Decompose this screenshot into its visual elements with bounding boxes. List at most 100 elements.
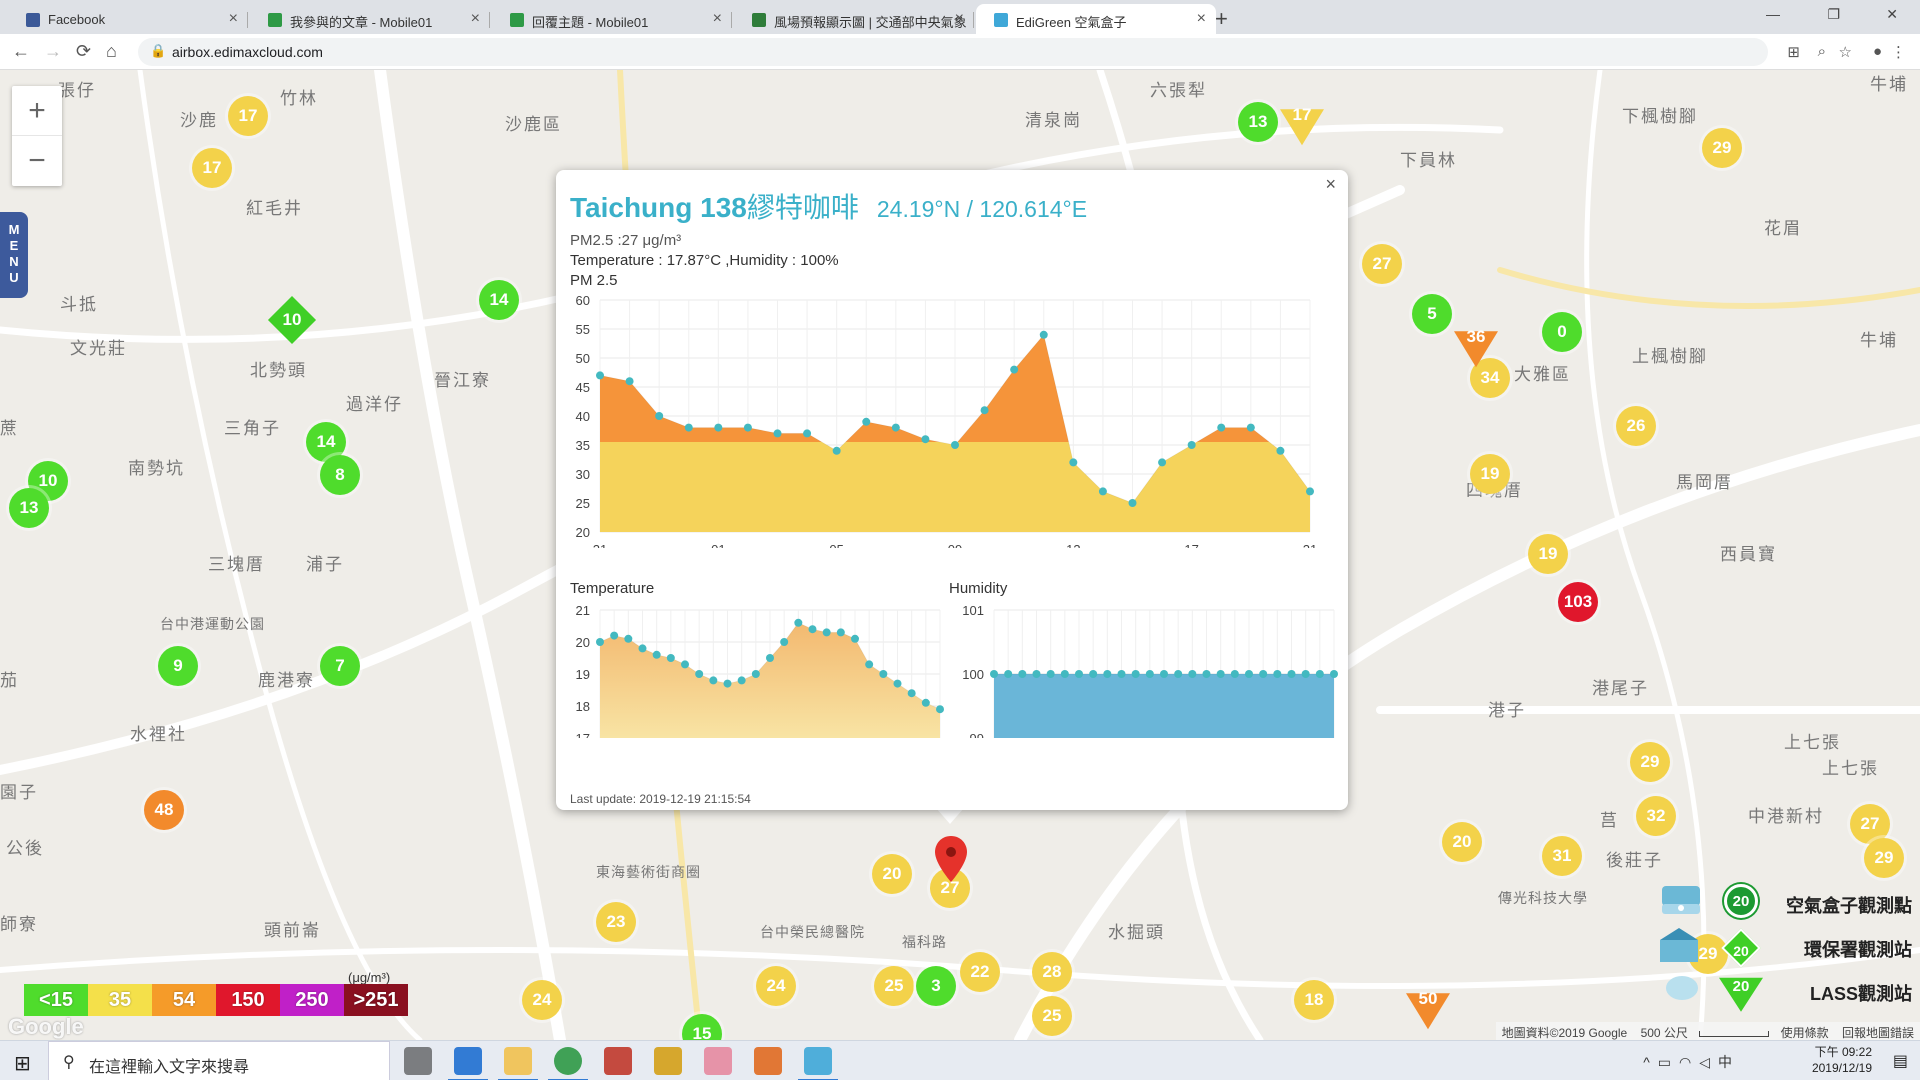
data-point[interactable] xyxy=(723,679,732,688)
airbox-marker[interactable]: 25 xyxy=(874,966,914,1006)
data-point[interactable] xyxy=(1188,670,1197,678)
data-point[interactable] xyxy=(1259,670,1268,678)
app-8-icon[interactable] xyxy=(754,1047,782,1075)
epa-station-marker[interactable]: 10 xyxy=(267,295,317,345)
airbox-marker[interactable]: 13 xyxy=(9,488,49,528)
data-point[interactable] xyxy=(1131,670,1140,678)
data-point[interactable] xyxy=(1032,670,1041,678)
airbox-marker[interactable]: 32 xyxy=(1636,796,1676,836)
tab-close-icon[interactable]: × xyxy=(1197,10,1206,28)
data-point[interactable] xyxy=(1089,670,1098,678)
minimize-button[interactable]: — xyxy=(1766,6,1780,22)
data-point[interactable] xyxy=(1202,670,1211,678)
data-point[interactable] xyxy=(638,644,647,653)
maximize-button[interactable]: ❐ xyxy=(1827,6,1840,23)
ime-indicator[interactable]: 中 xyxy=(1718,1054,1740,1070)
airbox-marker[interactable]: 5 xyxy=(1412,294,1452,334)
tab-close-icon[interactable]: × xyxy=(955,10,964,28)
airbox-marker[interactable]: 23 xyxy=(596,902,636,942)
data-point[interactable] xyxy=(836,628,845,637)
airbox-marker[interactable]: 20 xyxy=(872,854,912,894)
data-point[interactable] xyxy=(921,435,930,444)
lock-icon[interactable]: 🔒 xyxy=(150,43,166,59)
data-point[interactable] xyxy=(1216,670,1225,678)
browser-tab[interactable]: Facebook × xyxy=(8,4,248,34)
airbox-marker[interactable]: 17 xyxy=(228,96,268,136)
data-point[interactable] xyxy=(1098,487,1107,496)
data-point[interactable] xyxy=(851,634,859,643)
tab-close-icon[interactable]: × xyxy=(713,10,722,28)
app-6-icon[interactable] xyxy=(654,1047,682,1075)
airbox-marker[interactable]: 7 xyxy=(320,646,360,686)
data-point[interactable] xyxy=(1018,670,1027,678)
data-point[interactable] xyxy=(1217,423,1226,432)
airbox-marker[interactable]: 29 xyxy=(1864,838,1904,878)
data-point[interactable] xyxy=(1145,670,1154,678)
data-point[interactable] xyxy=(891,423,900,432)
data-point[interactable] xyxy=(1174,670,1183,678)
system-tray[interactable]: ^▭◠◁中 xyxy=(1643,1052,1740,1072)
translate-icon[interactable]: ⊞ xyxy=(1787,43,1800,61)
app-7-icon[interactable] xyxy=(704,1047,732,1075)
data-point[interactable] xyxy=(1128,499,1137,507)
data-point[interactable] xyxy=(794,618,803,627)
data-point[interactable] xyxy=(1245,670,1253,678)
data-point[interactable] xyxy=(1004,670,1013,678)
data-point[interactable] xyxy=(822,628,831,637)
data-point[interactable] xyxy=(921,698,930,707)
app-9-icon[interactable] xyxy=(798,1047,838,1080)
lass-station-marker[interactable]: 50 xyxy=(1406,989,1450,1030)
airbox-marker[interactable]: 19 xyxy=(1470,454,1510,494)
menu-tab[interactable]: M E N U xyxy=(0,212,28,298)
airbox-marker[interactable]: 24 xyxy=(522,980,562,1020)
browser-tab[interactable]: 我參與的文章 - Mobile01 × xyxy=(250,4,490,34)
airbox-marker[interactable]: 26 xyxy=(1616,406,1656,446)
data-point[interactable] xyxy=(737,676,746,685)
data-point[interactable] xyxy=(684,423,693,432)
data-point[interactable] xyxy=(743,423,752,432)
data-point[interactable] xyxy=(1060,670,1069,678)
data-point[interactable] xyxy=(1160,670,1168,678)
data-point[interactable] xyxy=(879,670,888,678)
file-explorer-icon[interactable] xyxy=(498,1047,538,1080)
data-point[interactable] xyxy=(709,676,718,685)
report-error-link[interactable]: 回報地圖錯誤 xyxy=(1842,1026,1914,1040)
back-icon[interactable]: ← xyxy=(12,41,30,62)
notification-icon[interactable]: ▤ xyxy=(1893,1051,1908,1071)
app-5-icon[interactable] xyxy=(604,1047,632,1075)
more-menu-icon[interactable]: ⋮ xyxy=(1891,43,1906,61)
data-point[interactable] xyxy=(1187,441,1196,449)
data-point[interactable] xyxy=(766,654,774,662)
data-point[interactable] xyxy=(1301,670,1310,678)
data-point[interactable] xyxy=(1039,330,1048,339)
data-point[interactable] xyxy=(624,634,633,643)
airbox-marker[interactable]: 20 xyxy=(1442,822,1482,862)
data-point[interactable] xyxy=(1046,670,1055,678)
data-point[interactable] xyxy=(714,423,723,432)
data-point[interactable] xyxy=(666,654,675,662)
close-window-button[interactable]: ✕ xyxy=(1886,6,1898,23)
browser-tab[interactable]: EdiGreen 空氣盒子 × xyxy=(976,4,1216,34)
airbox-marker[interactable]: 9 xyxy=(158,646,198,686)
data-point[interactable] xyxy=(1117,670,1126,678)
data-point[interactable] xyxy=(1273,670,1282,678)
data-point[interactable] xyxy=(1075,670,1083,678)
url-bar[interactable]: 🔒 airbox.edimaxcloud.com xyxy=(138,38,1768,66)
data-point[interactable] xyxy=(1158,458,1167,467)
data-point[interactable] xyxy=(681,660,689,669)
volume-icon[interactable]: ◁ xyxy=(1699,1054,1718,1070)
airbox-marker[interactable]: 18 xyxy=(1294,980,1334,1020)
data-point[interactable] xyxy=(596,371,604,380)
chevron-up-icon[interactable]: ^ xyxy=(1643,1054,1658,1070)
data-point[interactable] xyxy=(655,412,664,420)
edge-icon[interactable] xyxy=(448,1047,488,1080)
data-point[interactable] xyxy=(751,670,760,678)
clock[interactable]: 下午 09:22 2019/12/19 xyxy=(1812,1044,1872,1076)
taskbar-search-box[interactable]: ⚲ 在這裡輸入文字來搜尋 xyxy=(48,1041,390,1080)
task-view-icon[interactable] xyxy=(404,1047,432,1075)
map-data-credit[interactable]: 地圖資料©2019 Google xyxy=(1502,1026,1628,1040)
browser-tab[interactable]: 風場預報顯示圖 | 交通部中央氣象 × xyxy=(734,4,974,34)
airbox-marker[interactable]: 28 xyxy=(1032,952,1072,992)
airbox-marker[interactable]: 24 xyxy=(756,966,796,1006)
data-point[interactable] xyxy=(980,406,989,415)
